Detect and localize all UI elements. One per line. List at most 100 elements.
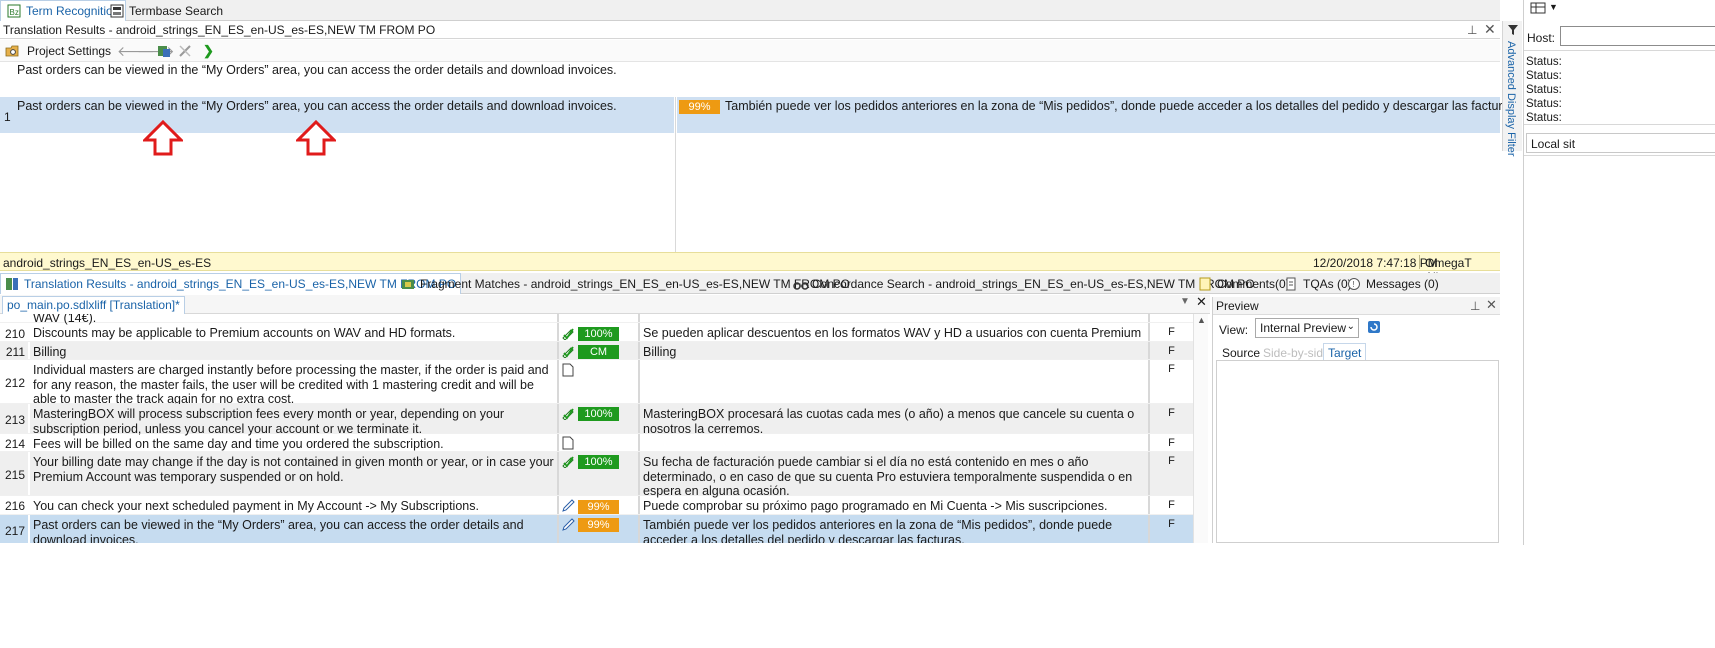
tm-match-index: 1 bbox=[4, 110, 11, 124]
tab-comments-label: Comments(0) bbox=[1217, 276, 1290, 291]
segment-target[interactable]: También puede ver los pedidos anteriores… bbox=[640, 515, 1148, 543]
view-select[interactable]: Internal Preview ⌄ bbox=[1255, 318, 1359, 338]
match-percent: 100% bbox=[578, 407, 619, 421]
tm-match-target-text: También puede ver los pedidos anteriores… bbox=[725, 99, 1520, 113]
project-settings-button[interactable]: Project Settings bbox=[27, 44, 111, 58]
editor-scrollbar[interactable]: ▲ bbox=[1193, 314, 1208, 543]
segment-target[interactable] bbox=[640, 434, 1148, 451]
filter-icon bbox=[1507, 24, 1519, 39]
close-icon[interactable]: ✕ bbox=[1486, 297, 1497, 313]
segment-status: 99% bbox=[559, 515, 638, 543]
active-source-segment: Past orders can be viewed in the “My Ord… bbox=[17, 63, 617, 77]
close-icon[interactable]: ✕ bbox=[1196, 294, 1207, 310]
table-row[interactable]: 213 MasteringBOX will process subscripti… bbox=[0, 404, 1193, 436]
tab-termbase-search[interactable]: Termbase Search bbox=[104, 0, 229, 21]
close-icon[interactable]: ✕ bbox=[1484, 21, 1496, 38]
segment-number: 213 bbox=[0, 404, 28, 433]
segment-number: 214 bbox=[0, 434, 28, 451]
tm-match-source-row[interactable]: 1 Past orders can be viewed in the “My O… bbox=[0, 97, 674, 133]
segment-status: 99% bbox=[559, 496, 638, 514]
term-recognition-icon: Bz bbox=[7, 4, 21, 18]
table-row[interactable]: 216 You can check your next scheduled pa… bbox=[0, 496, 1193, 515]
local-site-tree[interactable] bbox=[1524, 155, 1715, 538]
match-percent: 100% bbox=[578, 327, 619, 341]
segment-target[interactable]: MasteringBOX procesará las cuotas cada m… bbox=[640, 404, 1148, 436]
segment-source: Past orders can be viewed in the “My Ord… bbox=[30, 515, 557, 543]
segment-target[interactable]: Puede comprobar su próximo pago programa… bbox=[640, 496, 1148, 514]
segment-target[interactable]: Su fecha de facturación puede cambiar si… bbox=[640, 452, 1148, 498]
refresh-icon[interactable] bbox=[1367, 320, 1381, 337]
tab-concordance-search-label: Concordance Search - android_strings_EN_… bbox=[812, 276, 1255, 291]
confirmed-pencil-icon bbox=[561, 344, 575, 361]
tab-side-by-side[interactable]: Side-by-side bbox=[1263, 346, 1330, 360]
preview-title: Preview bbox=[1216, 299, 1259, 313]
segment-number: 212 bbox=[0, 360, 28, 403]
segment-flag: F bbox=[1168, 499, 1175, 511]
table-row[interactable]: 210 Discounts may be applicable to Premi… bbox=[0, 323, 1193, 355]
document-tab[interactable]: po_main.po.sdlxliff [Translation]* bbox=[2, 296, 185, 314]
segment-source: Discounts may be applicable to Premium a… bbox=[33, 326, 456, 340]
confirmed-pencil-icon bbox=[561, 406, 575, 423]
tab-comments[interactable]: Comments(0) bbox=[1194, 273, 1294, 294]
apply-chevron-icon[interactable]: ❯ bbox=[203, 43, 214, 59]
confirmed-pencil-icon bbox=[561, 326, 575, 343]
tab-translation-results[interactable]: Translation Results - android_strings_EN… bbox=[0, 273, 462, 294]
segment-target[interactable]: Billing bbox=[640, 342, 1148, 359]
pin-icon[interactable]: ⊥ bbox=[1470, 299, 1480, 313]
chevron-down-icon[interactable]: ▼ bbox=[1549, 2, 1558, 12]
tm-match-target-row[interactable]: 99% También puede ver los pedidos anteri… bbox=[677, 97, 1519, 133]
chevron-down-icon[interactable]: ▼ bbox=[1180, 296, 1190, 307]
segment-flag: F bbox=[1150, 342, 1193, 359]
segment-flag: F bbox=[1150, 404, 1193, 433]
segment-source: MasteringBOX will process subscription f… bbox=[30, 404, 557, 436]
view-select-value: Internal Preview bbox=[1260, 321, 1347, 335]
tm-export-icon[interactable] bbox=[157, 44, 171, 61]
segment-number: 215 bbox=[0, 452, 28, 495]
table-row[interactable]: 211 Billing CM Billing F bbox=[0, 342, 1193, 360]
table-row[interactable]: 212 Individual masters are charged insta… bbox=[0, 360, 1193, 406]
table-row[interactable]: 215 Your billing date may change if the … bbox=[0, 452, 1193, 498]
local-site-field[interactable]: Local sit bbox=[1526, 133, 1715, 153]
layout-icon[interactable] bbox=[1530, 1, 1546, 18]
segment-flag: F bbox=[1168, 437, 1175, 449]
segment-flag: F bbox=[1168, 363, 1175, 375]
advanced-display-filter-strip[interactable]: Advanced Display Filter bbox=[1502, 21, 1522, 157]
segment-target[interactable] bbox=[640, 360, 1148, 403]
pin-icon[interactable]: ⊥ bbox=[1467, 23, 1477, 37]
svg-text:Bz: Bz bbox=[10, 8, 19, 17]
results-tab-bar: Translation Results - android_strings_EN… bbox=[0, 273, 1500, 294]
segment-status: 100% bbox=[559, 404, 638, 433]
document-tab-row: po_main.po.sdlxliff [Translation]* ▼ ✕ bbox=[0, 294, 1210, 314]
tab-source[interactable]: Source bbox=[1222, 346, 1260, 360]
segment-flag: F bbox=[1150, 452, 1193, 495]
top-tab-bar: Bz Term Recognition Termbase Search bbox=[0, 0, 1500, 21]
preview-titlebar: Preview ⊥ ✕ bbox=[1213, 297, 1500, 315]
status-line: Status: bbox=[1526, 84, 1562, 96]
chevron-up-icon[interactable]: ▲ bbox=[1197, 315, 1206, 325]
host-input[interactable] bbox=[1560, 26, 1715, 46]
tab-concordance-search[interactable]: Concordance Search - android_strings_EN_… bbox=[789, 273, 1259, 294]
tab-fragment-matches[interactable]: Fragment Matches - android_strings_EN_ES… bbox=[397, 273, 854, 294]
segment-source: Billing bbox=[30, 342, 557, 359]
filter-label: Advanced Display Filter bbox=[1505, 41, 1517, 157]
empty-document-icon bbox=[562, 363, 574, 380]
tm-info-bar: android_strings_EN_ES_en-US_es-ES 12/20/… bbox=[0, 252, 1500, 284]
tab-fragment-matches-label: Fragment Matches - android_strings_EN_ES… bbox=[420, 276, 850, 291]
segment-number: 211 bbox=[0, 342, 28, 359]
segment-target[interactable]: Se pueden aplicar descuentos en los form… bbox=[640, 323, 1148, 355]
tab-messages-label: Messages (0) bbox=[1366, 276, 1439, 291]
table-row[interactable]: WAV (14€). bbox=[0, 314, 1193, 325]
table-row[interactable]: 217 Past orders can be viewed in the “My… bbox=[0, 515, 1193, 543]
segment-flag: F bbox=[1168, 326, 1175, 338]
messages-icon: ! bbox=[1347, 277, 1361, 291]
status-line: Status: bbox=[1526, 56, 1562, 68]
table-row[interactable]: 214 Fees will be billed on the same day … bbox=[0, 434, 1193, 452]
translation-results-titlebar: Translation Results - android_strings_EN… bbox=[0, 21, 1500, 39]
segment-source: WAV (14€). bbox=[33, 314, 97, 325]
match-percent: CM bbox=[578, 345, 619, 359]
tm-remove-icon[interactable] bbox=[178, 44, 192, 61]
editor-grid: WAV (14€). 210 Discounts may be applicab… bbox=[0, 314, 1210, 543]
segment-number: 210 bbox=[0, 323, 28, 341]
tab-messages[interactable]: ! Messages (0) bbox=[1343, 273, 1443, 294]
tm-name: android_strings_EN_ES_en-US_es-ES bbox=[3, 256, 212, 270]
